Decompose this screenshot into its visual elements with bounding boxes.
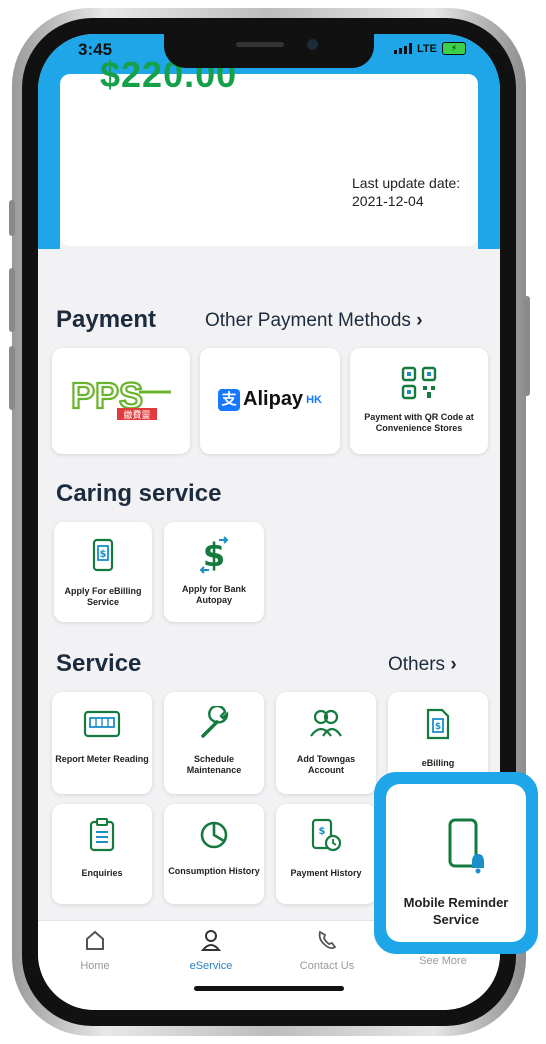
header-side-left bbox=[38, 34, 60, 249]
alipay-hk-label: HK bbox=[306, 393, 322, 406]
tab-eservice-label: eService bbox=[189, 960, 233, 972]
consumption-history-label: Consumption History bbox=[168, 866, 260, 876]
user-icon bbox=[200, 930, 222, 951]
svg-text:$: $ bbox=[203, 536, 225, 574]
apply-ebilling-tile[interactable]: $ Apply For eBilling Service bbox=[54, 522, 152, 622]
mobile-reminder-callout: Mobile Reminder Service bbox=[374, 772, 538, 954]
tab-home[interactable]: Home bbox=[50, 929, 140, 972]
others-link[interactable]: Others › bbox=[388, 654, 457, 676]
apply-bank-autopay-tile[interactable]: $ Apply for Bank Autopay bbox=[164, 522, 264, 622]
tab-eservice[interactable]: eService bbox=[166, 929, 256, 972]
ebilling-document-icon: $ bbox=[426, 708, 450, 740]
pie-chart-icon bbox=[200, 821, 228, 849]
home-indicator bbox=[194, 986, 344, 991]
notch bbox=[164, 34, 374, 68]
volume-down-button bbox=[9, 346, 15, 410]
caring-service-title: Caring service bbox=[56, 480, 222, 507]
pps-logo-icon: PPS 繳費靈 bbox=[70, 378, 171, 421]
enquiries-tile[interactable]: Enquiries bbox=[52, 804, 152, 904]
tab-contact-us-label: Contact Us bbox=[299, 960, 355, 972]
chevron-right-icon: › bbox=[450, 654, 457, 675]
other-payment-methods-link[interactable]: Other Payment Methods › bbox=[205, 310, 423, 332]
apply-ebilling-label: Apply For eBilling Service bbox=[64, 586, 142, 607]
payment-history-icon: $ bbox=[311, 818, 342, 852]
balance-card: $220.00 Last update date: 2021-12-04 bbox=[60, 54, 478, 246]
enquiries-label: Enquiries bbox=[81, 868, 123, 878]
report-meter-reading-label: Report Meter Reading bbox=[55, 754, 149, 764]
header-side-right bbox=[478, 34, 500, 249]
battery-icon: ⚡ bbox=[442, 42, 466, 55]
tab-home-label: Home bbox=[80, 960, 110, 972]
mobile-reminder-icon bbox=[448, 818, 484, 874]
gas-meter-icon bbox=[83, 710, 121, 738]
qr-code-payment-tile[interactable]: Payment with QR Code at Convenience Stor… bbox=[350, 348, 488, 454]
bank-autopay-icon: $ bbox=[199, 536, 229, 574]
ebilling-label: eBilling bbox=[421, 758, 455, 768]
svg-text:$: $ bbox=[100, 549, 107, 560]
mobile-reminder-service-tile[interactable]: Mobile Reminder Service bbox=[386, 784, 526, 942]
report-meter-reading-tile[interactable]: Report Meter Reading bbox=[52, 692, 152, 794]
alipay-tile[interactable]: 支 Alipay HK bbox=[200, 348, 340, 454]
alipay-icon: 支 bbox=[218, 388, 241, 411]
other-payment-methods-label: Other Payment Methods bbox=[205, 310, 411, 331]
payment-history-label: Payment History bbox=[290, 868, 362, 878]
payment-history-tile[interactable]: $ Payment History bbox=[276, 804, 376, 904]
payment-title: Payment bbox=[56, 306, 157, 333]
add-towngas-account-tile[interactable]: Add Towngas Account bbox=[276, 692, 376, 794]
users-icon bbox=[310, 709, 342, 737]
volume-up-button bbox=[9, 268, 15, 332]
ebilling-phone-icon: $ bbox=[92, 538, 114, 572]
schedule-maintenance-label: Schedule Maintenance bbox=[186, 754, 242, 775]
consumption-history-tile[interactable]: Consumption History bbox=[164, 804, 264, 904]
clipboard-icon bbox=[89, 818, 115, 852]
last-update-label: Last update date: bbox=[352, 175, 461, 191]
svg-text:$: $ bbox=[435, 722, 441, 732]
alipay-label: Alipay bbox=[243, 388, 304, 410]
qr-code-payment-label: Payment with QR Code at Convenience Stor… bbox=[364, 412, 474, 433]
svg-text:$: $ bbox=[319, 826, 326, 837]
mute-switch bbox=[9, 200, 15, 236]
status-indicators: LTE ⚡ bbox=[394, 42, 466, 55]
power-button bbox=[524, 296, 530, 396]
pps-tile[interactable]: PPS 繳費靈 bbox=[52, 348, 190, 454]
tab-contact-us[interactable]: Contact Us bbox=[282, 929, 372, 972]
wrench-icon bbox=[201, 706, 229, 738]
schedule-maintenance-tile[interactable]: Schedule Maintenance bbox=[164, 692, 264, 794]
alipay-logo: 支 Alipay HK bbox=[218, 388, 322, 411]
last-update: Last update date: 2021-12-04 bbox=[352, 174, 460, 210]
phone-icon bbox=[318, 930, 337, 950]
add-towngas-account-label: Add Towngas Account bbox=[296, 754, 356, 775]
mobile-reminder-service-label: Mobile Reminder Service bbox=[403, 895, 509, 927]
qr-code-icon bbox=[401, 366, 437, 400]
last-update-date: 2021-12-04 bbox=[352, 193, 424, 209]
home-icon bbox=[86, 930, 104, 950]
tab-see-more-label: See More bbox=[419, 955, 467, 967]
signal-icon bbox=[394, 43, 413, 54]
status-time: 3:45 bbox=[78, 40, 113, 59]
chevron-right-icon: › bbox=[416, 310, 423, 331]
others-label: Others bbox=[388, 654, 446, 675]
service-title: Service bbox=[56, 650, 142, 677]
pps-logo-subtext: 繳費靈 bbox=[123, 409, 150, 421]
network-label: LTE bbox=[417, 42, 437, 55]
apply-bank-autopay-label: Apply for Bank Autopay bbox=[181, 584, 246, 605]
